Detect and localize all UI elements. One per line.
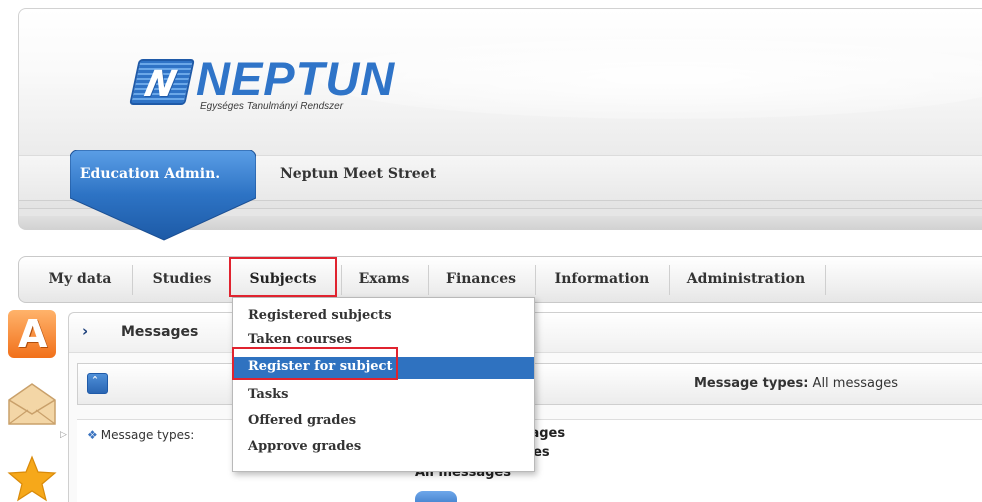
filter-apply-button[interactable] xyxy=(415,491,457,502)
nav-separator xyxy=(132,265,133,295)
message-types-summary-value: All messages xyxy=(812,376,898,391)
neptun-logo-icon: N xyxy=(129,59,195,105)
logo-text: NEPTUN xyxy=(196,52,396,105)
nav-item-studies[interactable]: Studies xyxy=(147,257,217,302)
main-nav: My data Studies Subjects Exams Finances … xyxy=(18,256,982,303)
neptun-window: N NEPTUN Egységes Tanulmányi Rendszer Ed… xyxy=(0,0,982,502)
double-chevron-up-icon: ˆ xyxy=(92,375,98,389)
message-types-filter-text: Message types: xyxy=(100,428,195,442)
menu-item-approve-grades[interactable]: Approve grades xyxy=(233,437,534,459)
menu-item-offered-grades[interactable]: Offered grades xyxy=(233,411,534,433)
tab-education-admin-label: Education Admin. xyxy=(79,166,221,182)
nav-separator xyxy=(669,265,670,295)
subjects-highlight-box xyxy=(229,257,337,297)
nav-item-my-data[interactable]: My data xyxy=(45,257,115,302)
menu-item-registered-subjects[interactable]: Registered subjects xyxy=(233,306,534,328)
a-letter-icon[interactable]: A xyxy=(8,310,56,358)
collapse-button[interactable]: ˆ xyxy=(87,373,108,394)
nav-separator xyxy=(341,265,342,295)
a-letter-glyph: A xyxy=(18,312,48,356)
tab-neptun-meet-street[interactable]: Neptun Meet Street xyxy=(280,166,436,182)
menu-item-tasks[interactable]: Tasks xyxy=(233,385,534,407)
shield-tab-shape xyxy=(70,150,256,241)
messages-title: Messages xyxy=(121,324,199,340)
register-for-subject-highlight-box xyxy=(232,347,398,380)
message-types-filter-label: ❖ Message types: xyxy=(87,428,194,442)
chevron-right-icon[interactable]: › xyxy=(82,322,88,340)
nav-item-finances[interactable]: Finances xyxy=(438,257,524,302)
header-swoosh xyxy=(319,39,982,119)
nav-separator xyxy=(428,265,429,295)
logo-mark-letter: N xyxy=(141,64,180,105)
nav-item-information[interactable]: Information xyxy=(546,257,658,302)
star-icon[interactable] xyxy=(6,455,58,502)
sidebar-expand-arrow-icon[interactable]: ▷ xyxy=(60,430,67,440)
diamond-bullet-icon: ❖ xyxy=(87,428,98,442)
message-types-summary: Message types: All messages xyxy=(694,376,898,391)
envelope-icon[interactable] xyxy=(6,382,58,426)
message-types-summary-label: Message types: xyxy=(694,376,809,391)
nav-separator xyxy=(825,265,826,295)
nav-item-administration[interactable]: Administration xyxy=(681,257,811,302)
nav-item-exams[interactable]: Exams xyxy=(350,257,418,302)
nav-separator xyxy=(535,265,536,295)
logo-subtitle: Egységes Tanulmányi Rendszer xyxy=(200,101,344,112)
subjects-dropdown-menu: Registered subjects Taken courses Regist… xyxy=(232,297,535,472)
tab-education-admin[interactable]: Education Admin. xyxy=(70,150,256,242)
